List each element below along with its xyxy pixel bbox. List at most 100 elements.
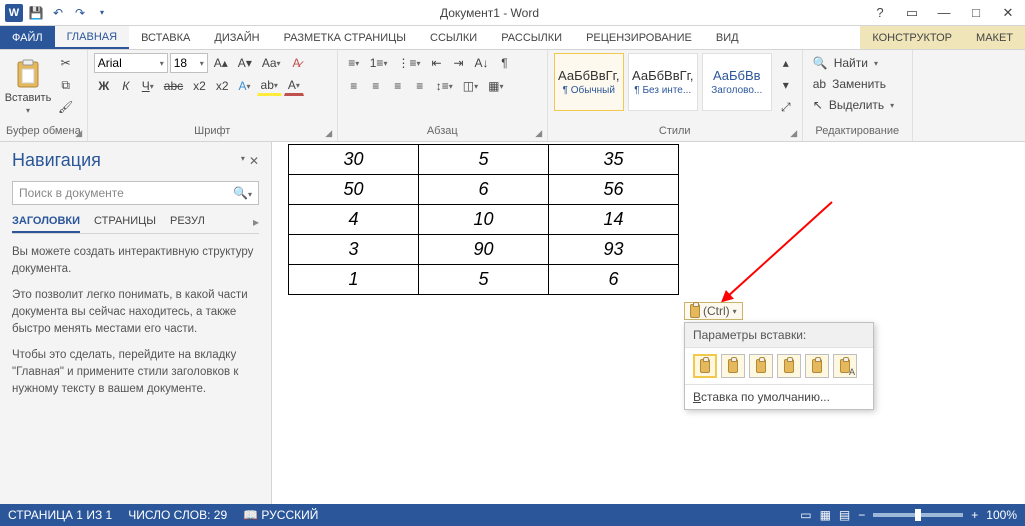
paste-keep-text-only[interactable]	[805, 354, 829, 378]
table-row[interactable]: 50656	[289, 175, 679, 205]
table-cell[interactable]: 10	[419, 205, 549, 235]
sort-button[interactable]: A↓	[470, 53, 492, 73]
paste-button[interactable]: Вставить ▾	[6, 53, 50, 119]
table-cell[interactable]: 35	[549, 145, 679, 175]
paragraph-dialog-launcher[interactable]: ◢	[533, 127, 545, 139]
tab-table-design[interactable]: КОНСТРУКТОР	[860, 26, 964, 49]
subscript-button[interactable]: x2	[189, 76, 210, 96]
table-cell[interactable]: 5	[419, 265, 549, 295]
tab-mailings[interactable]: РАССЫЛКИ	[489, 26, 574, 49]
status-word-count[interactable]: ЧИСЛО СЛОВ: 29	[128, 508, 227, 522]
paste-options-smart-tag[interactable]: (Ctrl) ▾	[684, 302, 743, 320]
nav-search-input[interactable]: Поиск в документе 🔍▾	[12, 181, 259, 205]
table-cell[interactable]: 3	[289, 235, 419, 265]
table-row[interactable]: 156	[289, 265, 679, 295]
styles-scroll-up[interactable]: ▴	[776, 53, 796, 73]
table-cell[interactable]: 6	[419, 175, 549, 205]
borders-button[interactable]: ▦▾	[484, 76, 507, 96]
minimize-button[interactable]: —	[931, 3, 957, 23]
tab-table-layout[interactable]: МАКЕТ	[964, 26, 1025, 49]
paste-default-link[interactable]: Вставка по умолчанию...	[685, 384, 873, 409]
tab-design[interactable]: ДИЗАЙН	[202, 26, 271, 49]
paste-merge-formatting[interactable]	[721, 354, 745, 378]
table-cell[interactable]: 50	[289, 175, 419, 205]
table-row[interactable]: 41014	[289, 205, 679, 235]
view-print-layout-button[interactable]: ▦	[820, 508, 831, 522]
table-row[interactable]: 39093	[289, 235, 679, 265]
style-normal[interactable]: АаБбВвГг, ¶ Обычный	[554, 53, 624, 111]
table-cell[interactable]: 56	[549, 175, 679, 205]
align-left-button[interactable]: ≡	[344, 76, 364, 96]
decrease-indent-button[interactable]: ⇤	[426, 53, 446, 73]
tab-review[interactable]: РЕЦЕНЗИРОВАНИЕ	[574, 26, 704, 49]
strikethrough-button[interactable]: abc	[160, 76, 187, 96]
font-color-button[interactable]: A▾	[284, 76, 304, 96]
table-cell[interactable]: 1	[289, 265, 419, 295]
paste-use-destination[interactable]: A	[833, 354, 857, 378]
document-canvas[interactable]: 30535506564101439093156 (Ctrl) ▾ Парамет…	[272, 142, 1025, 504]
view-web-layout-button[interactable]: ▤	[839, 508, 850, 522]
shading-button[interactable]: ◫▾	[459, 76, 482, 96]
save-button[interactable]: 💾	[26, 3, 46, 23]
zoom-level[interactable]: 100%	[986, 508, 1017, 522]
italic-button[interactable]: К	[116, 76, 136, 96]
styles-gallery-more[interactable]: ⤢	[776, 97, 796, 117]
document-table[interactable]: 30535506564101439093156	[288, 144, 679, 295]
tab-insert[interactable]: ВСТАВКА	[129, 26, 202, 49]
text-effects-button[interactable]: A▾	[235, 76, 255, 96]
nav-tab-headings[interactable]: ЗАГОЛОВКИ	[12, 215, 80, 233]
tab-file[interactable]: ФАЙЛ	[0, 26, 55, 49]
tab-home[interactable]: ГЛАВНАЯ	[55, 26, 129, 49]
table-row[interactable]: 30535	[289, 145, 679, 175]
zoom-out-button[interactable]: −	[858, 508, 865, 522]
table-cell[interactable]: 5	[419, 145, 549, 175]
zoom-slider[interactable]	[873, 513, 963, 517]
table-cell[interactable]: 30	[289, 145, 419, 175]
bullets-button[interactable]: ≡▾	[344, 53, 364, 73]
nav-pane-close-icon[interactable]: ✕	[249, 154, 259, 168]
nav-tabs-overflow-icon[interactable]: ▸	[219, 215, 259, 233]
select-button[interactable]: ↖Выделить▾	[809, 95, 898, 115]
status-language[interactable]: 📖 РУССКИЙ	[243, 508, 318, 522]
underline-button[interactable]: Ч▾	[138, 76, 158, 96]
nav-tab-pages[interactable]: СТРАНИЦЫ	[94, 215, 156, 233]
styles-dialog-launcher[interactable]: ◢	[788, 127, 800, 139]
redo-button[interactable]: ↷	[70, 3, 90, 23]
highlight-button[interactable]: ab▾	[257, 76, 282, 96]
font-name-combo[interactable]: Arial▾	[94, 53, 168, 73]
table-cell[interactable]: 14	[549, 205, 679, 235]
word-app-icon[interactable]: W	[4, 3, 24, 23]
replace-button[interactable]: abЗаменить	[809, 74, 890, 94]
change-case-button[interactable]: Aa▾	[258, 53, 285, 73]
numbering-button[interactable]: 1≡▾	[366, 53, 392, 73]
font-dialog-launcher[interactable]: ◢	[323, 127, 335, 139]
undo-button[interactable]: ↶	[48, 3, 68, 23]
tab-view[interactable]: ВИД	[704, 26, 751, 49]
view-read-mode-button[interactable]: ▭	[800, 508, 811, 522]
clipboard-dialog-launcher[interactable]: ◢	[73, 127, 85, 139]
style-heading1[interactable]: АаБбВв Заголово...	[702, 53, 772, 111]
copy-button[interactable]: ⧉	[54, 75, 77, 95]
format-painter-button[interactable]: 🖌	[54, 97, 77, 117]
status-page[interactable]: СТРАНИЦА 1 ИЗ 1	[8, 508, 112, 522]
zoom-in-button[interactable]: +	[971, 508, 978, 522]
align-center-button[interactable]: ≡	[366, 76, 386, 96]
tab-references[interactable]: ССЫЛКИ	[418, 26, 489, 49]
nav-pane-menu-icon[interactable]: ▾	[241, 154, 245, 168]
cut-button[interactable]: ✂	[54, 53, 77, 73]
style-no-spacing[interactable]: АаБбВвГг, ¶ Без инте...	[628, 53, 698, 111]
paste-picture[interactable]	[777, 354, 801, 378]
paste-keep-source-formatting[interactable]	[693, 354, 717, 378]
maximize-button[interactable]: □	[963, 3, 989, 23]
font-size-combo[interactable]: 18▾	[170, 53, 208, 73]
shrink-font-button[interactable]: A▾	[234, 53, 256, 73]
table-cell[interactable]: 93	[549, 235, 679, 265]
table-cell[interactable]: 4	[289, 205, 419, 235]
styles-scroll-down[interactable]: ▾	[776, 75, 796, 95]
ribbon-display-options-button[interactable]: ▭	[899, 3, 925, 23]
multilevel-list-button[interactable]: ⋮≡▾	[393, 53, 424, 73]
tab-page-layout[interactable]: РАЗМЕТКА СТРАНИЦЫ	[272, 26, 418, 49]
show-marks-button[interactable]: ¶	[495, 53, 515, 73]
table-cell[interactable]: 90	[419, 235, 549, 265]
bold-button[interactable]: Ж	[94, 76, 114, 96]
